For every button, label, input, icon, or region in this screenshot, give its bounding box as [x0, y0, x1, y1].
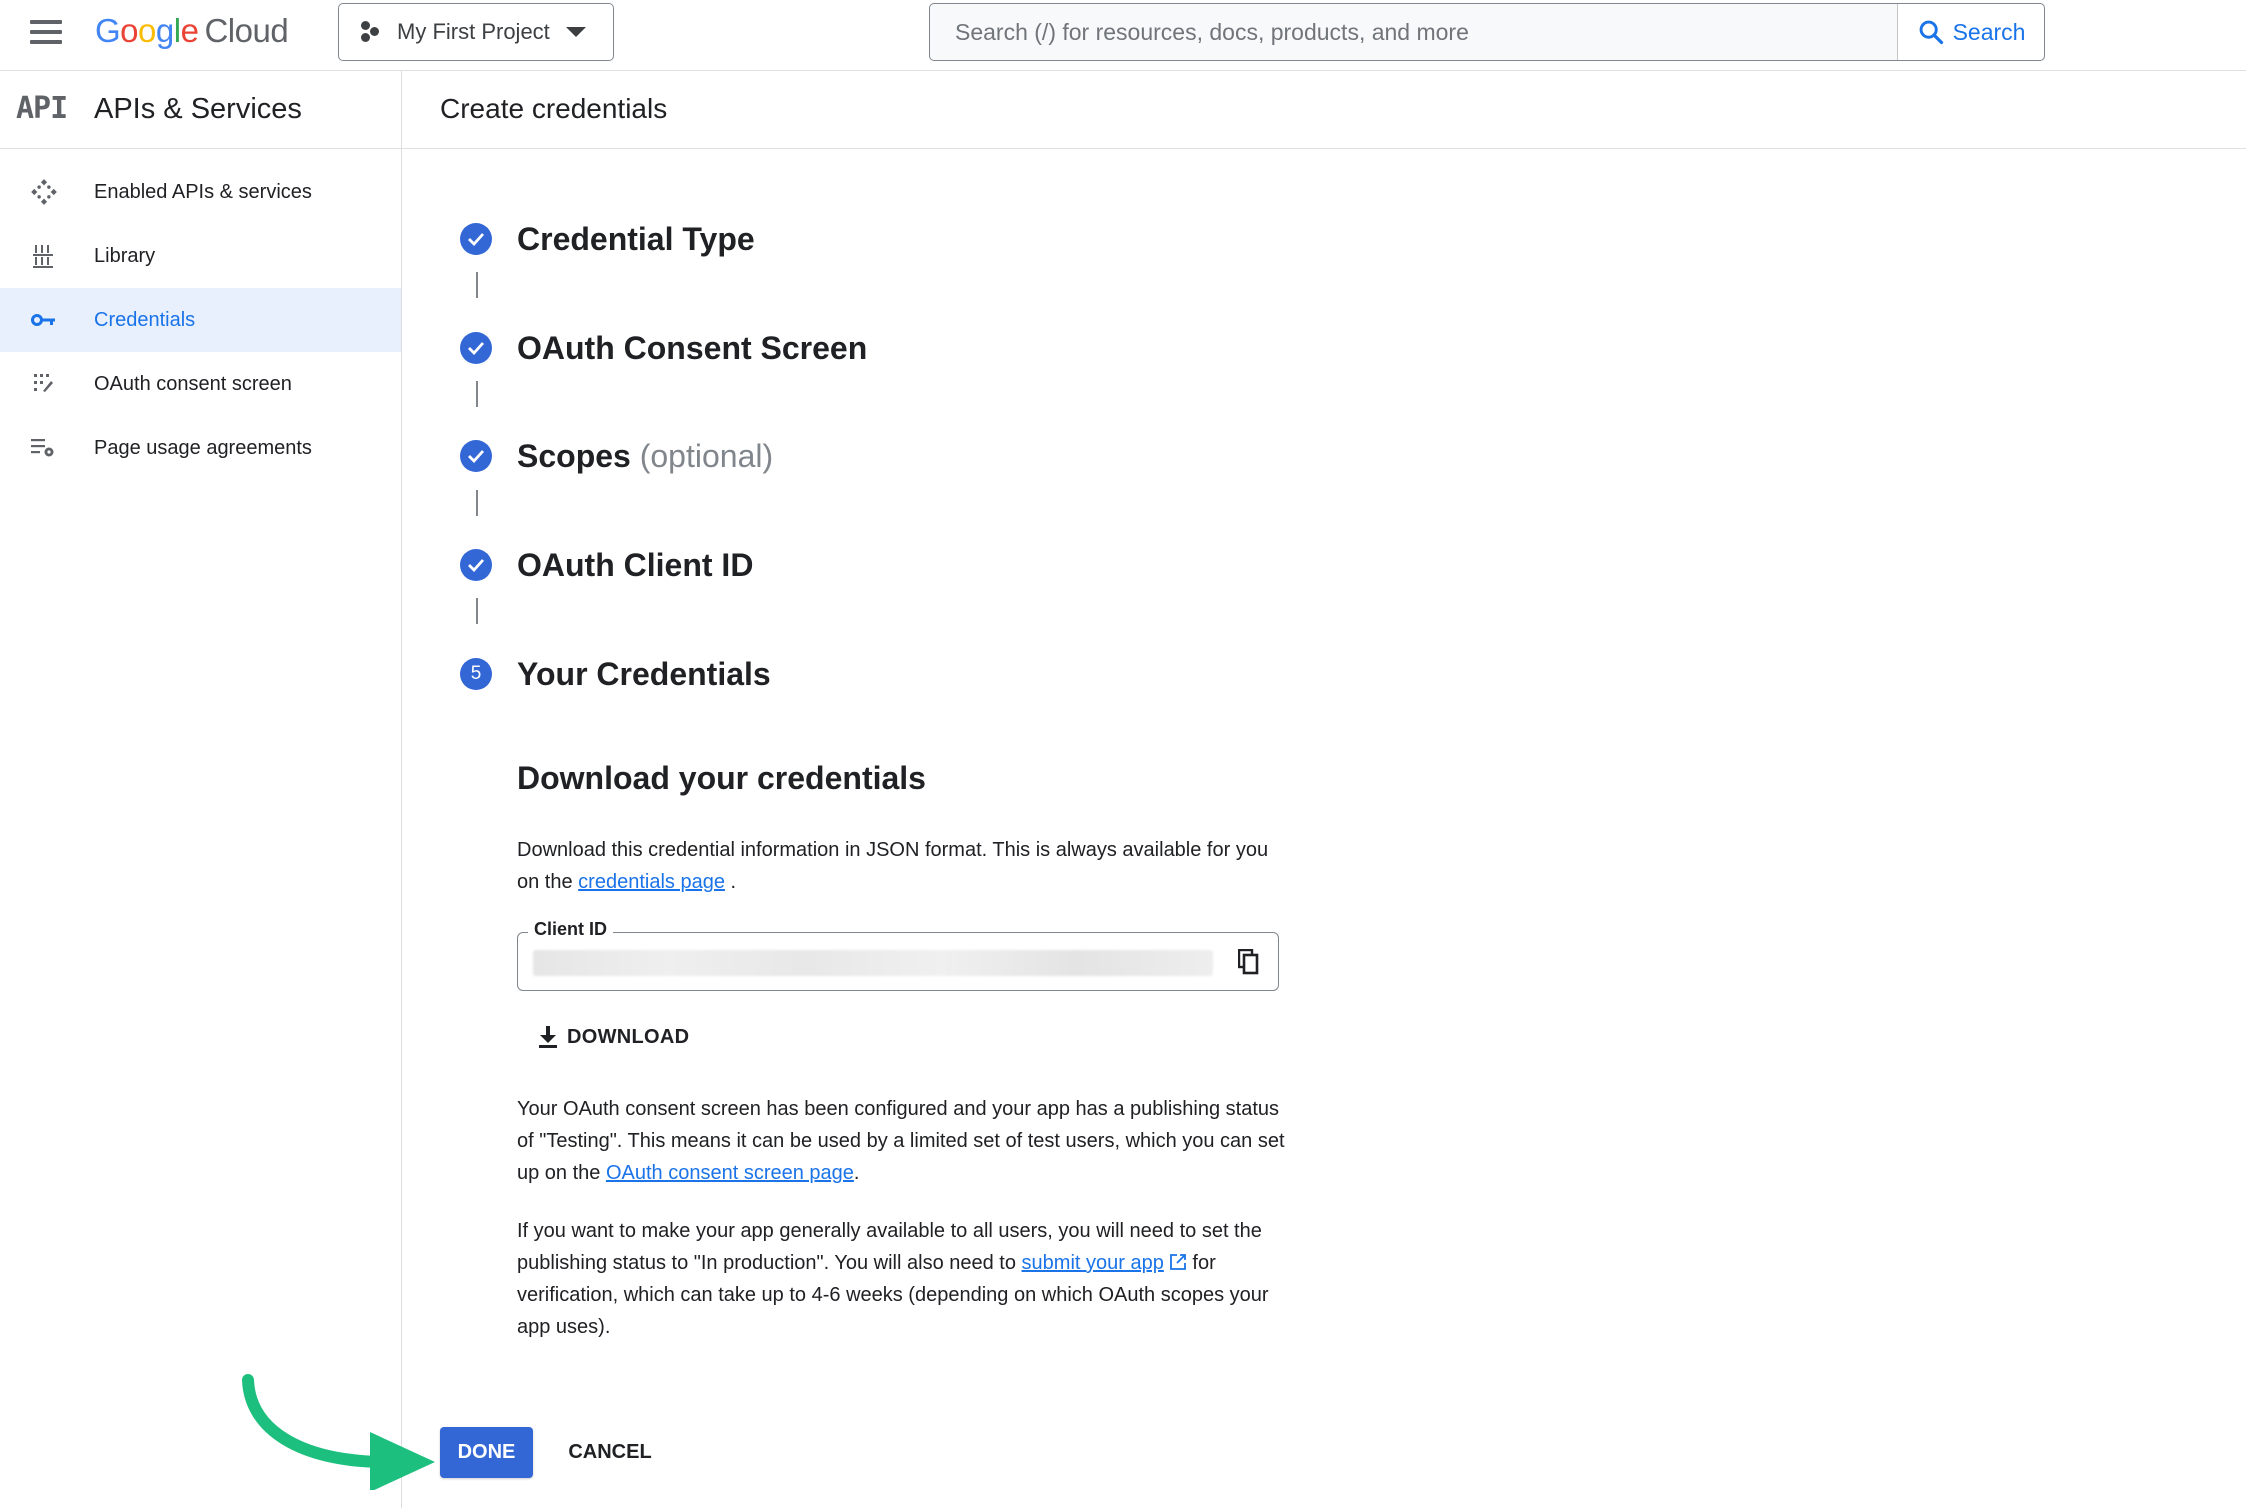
settings-list-icon — [28, 432, 60, 464]
project-picker[interactable]: My First Project — [338, 3, 614, 61]
search-icon — [1919, 20, 1943, 45]
library-icon — [28, 240, 60, 272]
project-name: My First Project — [397, 19, 550, 44]
step-number: 5 — [460, 658, 492, 690]
testing-status-text: Your OAuth consent screen has been confi… — [517, 1093, 1287, 1189]
annotation-arrow-icon — [242, 1374, 435, 1490]
search-button[interactable]: Search — [1897, 4, 2044, 60]
step-title: OAuth Consent Screen — [517, 329, 868, 366]
production-text: If you want to make your app generally a… — [517, 1215, 1287, 1343]
top-bar: Google Cloud My First Project Search — [0, 0, 2246, 71]
sidebar-item-page-usage[interactable]: Page usage agreements — [0, 416, 401, 480]
download-heading: Download your credentials — [517, 760, 926, 796]
step-oauth-client-id[interactable]: OAuth Client ID — [460, 545, 753, 585]
sub-header: API APIs & Services Create credentials — [0, 71, 2246, 149]
step-scopes[interactable]: Scopes (optional) — [460, 436, 773, 476]
step-title-text: Scopes — [517, 437, 631, 474]
client-id-value-redacted — [533, 950, 1213, 976]
search-input[interactable] — [930, 4, 1897, 60]
step-title: OAuth Client ID — [517, 546, 754, 583]
page-title: Create credentials — [440, 93, 668, 124]
step-connector — [476, 490, 478, 516]
sidebar-item-label: Page usage agreements — [94, 436, 312, 459]
sidebar-item-label: Library — [94, 244, 156, 267]
optional-label: (optional) — [639, 437, 774, 474]
step-connector — [476, 272, 478, 298]
section-title: APIs & Services — [94, 93, 302, 125]
sidebar-item-label: Enabled APIs & services — [94, 180, 312, 203]
step-oauth-consent[interactable]: OAuth Consent Screen — [460, 328, 867, 368]
oauth-consent-screen-link[interactable]: OAuth consent screen page — [606, 1162, 854, 1184]
google-cloud-logo[interactable]: Google Cloud — [95, 12, 289, 50]
testing-text-end: . — [853, 1162, 860, 1184]
intro-text: Download this credential information in … — [517, 834, 1287, 898]
done-button[interactable]: DONE — [440, 1427, 533, 1478]
check-circle-icon — [460, 440, 492, 472]
credentials-page-link[interactable]: credentials page — [578, 871, 725, 893]
download-label: DOWNLOAD — [567, 1025, 690, 1048]
step-connector — [476, 598, 478, 624]
external-link-icon — [1169, 1254, 1186, 1270]
sidebar-item-library[interactable]: Library — [0, 224, 401, 288]
api-icon: API — [16, 91, 68, 126]
step-connector — [476, 381, 478, 407]
search-button-label: Search — [1952, 18, 2026, 45]
search-bar: Search — [929, 3, 2045, 61]
client-id-field[interactable]: Client ID — [517, 919, 1279, 991]
key-icon — [28, 304, 60, 336]
step-credential-type[interactable]: Credential Type — [460, 219, 755, 259]
intro-text-end: . — [724, 871, 737, 893]
step-title: Credential Type — [517, 220, 755, 257]
sidebar-divider — [401, 71, 402, 1508]
check-circle-icon — [460, 332, 492, 364]
download-button[interactable]: DOWNLOAD — [537, 1025, 689, 1049]
check-circle-icon — [460, 549, 492, 581]
sidebar-item-enabled-apis[interactable]: Enabled APIs & services — [0, 160, 401, 224]
main-menu-icon[interactable] — [30, 20, 62, 48]
sidebar-item-oauth-consent[interactable]: OAuth consent screen — [0, 352, 401, 416]
sidebar-item-label: OAuth consent screen — [94, 372, 292, 395]
sidebar-item-credentials[interactable]: Credentials — [0, 288, 401, 352]
download-icon — [539, 1026, 557, 1048]
oauth-consent-icon — [28, 368, 60, 400]
client-id-label: Client ID — [528, 919, 614, 940]
check-circle-icon — [460, 223, 492, 255]
step-your-credentials: 5 Your Credentials — [460, 654, 771, 694]
sidebar-item-label: Credentials — [94, 308, 196, 331]
project-icon — [359, 20, 383, 44]
step-title: Scopes (optional) — [517, 438, 773, 475]
cancel-button[interactable]: CANCEL — [554, 1427, 666, 1478]
step-title: Your Credentials — [517, 655, 771, 692]
submit-app-link[interactable]: submit your app — [1022, 1252, 1164, 1274]
enabled-apis-icon — [28, 176, 60, 208]
copy-icon[interactable] — [1238, 949, 1260, 975]
chevron-down-icon — [565, 27, 586, 37]
